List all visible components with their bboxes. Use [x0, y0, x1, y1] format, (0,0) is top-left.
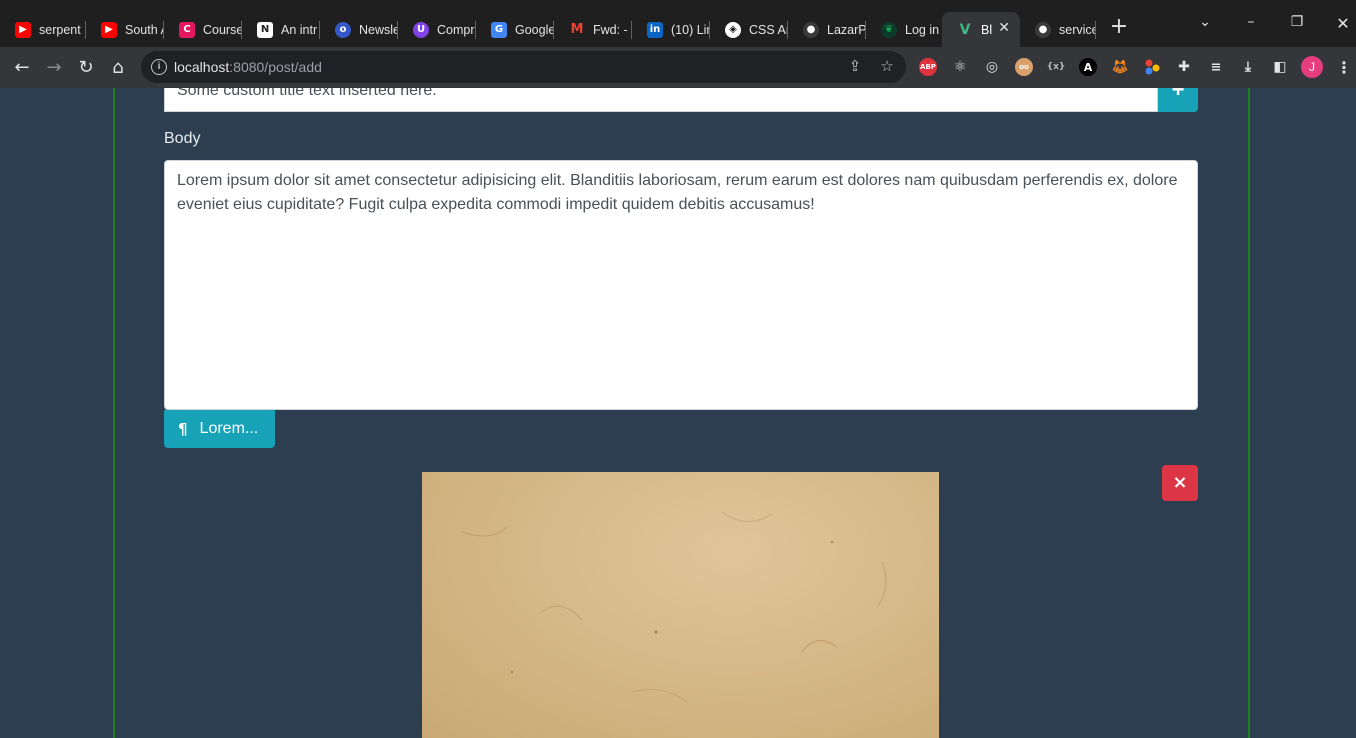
- mascot-extension-icon[interactable]: oo: [1015, 58, 1033, 76]
- tab-title: Compr: [437, 22, 475, 37]
- remove-image-button[interactable]: ×: [1162, 465, 1198, 501]
- react-devtools-icon[interactable]: ⚛: [951, 58, 969, 76]
- reload-icon[interactable]: ↻: [74, 55, 98, 79]
- tab-title: South A: [125, 22, 164, 37]
- image-preview: [422, 472, 939, 738]
- browser-tab[interactable]: M Fwd: -: [554, 12, 632, 47]
- browser-tab[interactable]: ▶ serpent: [0, 12, 86, 47]
- profile-avatar[interactable]: J: [1301, 56, 1323, 78]
- browser-tab[interactable]: ● LazarP: [788, 12, 866, 47]
- browser-tab[interactable]: ● service: [1020, 12, 1096, 47]
- tab-title: Bl: [981, 22, 993, 37]
- gmail-icon: M: [570, 22, 584, 37]
- restore-icon[interactable]: ❐: [1287, 14, 1307, 30]
- json-extension-icon[interactable]: {x}: [1047, 58, 1066, 76]
- more-menu-icon[interactable]: ⋮: [1335, 58, 1353, 77]
- tab-title: LazarP: [827, 22, 866, 37]
- url-host: localhost: [174, 59, 230, 75]
- tab-title: Google: [515, 22, 554, 37]
- browser-toolbar: ← → ↻ ⌂ i localhost:8080/post/add ⇪ ☆ AB…: [0, 47, 1356, 88]
- body-label: Body: [164, 130, 201, 147]
- tab-title: Newsle: [359, 22, 398, 37]
- browser-tab[interactable]: o Newsle: [320, 12, 398, 47]
- back-arrow-icon[interactable]: ←: [10, 55, 34, 79]
- github-icon: ●: [1035, 21, 1051, 38]
- tab-search-chevron-icon[interactable]: ⌄: [1195, 14, 1215, 30]
- page-viewport: Some custom title text inserted here. + …: [0, 88, 1356, 738]
- minimize-icon[interactable]: –: [1241, 14, 1261, 30]
- address-bar[interactable]: i localhost:8080/post/add ⇪ ☆: [141, 51, 906, 83]
- body-textarea[interactable]: [164, 160, 1198, 410]
- newsletter-icon: o: [335, 21, 351, 38]
- container-border-right: [1248, 88, 1250, 738]
- codepen-icon: ◈: [725, 21, 741, 38]
- insert-lorem-button[interactable]: ¶ Lorem...: [164, 410, 275, 448]
- tab-title: serpent: [39, 22, 81, 37]
- side-panel-icon[interactable]: ◧: [1271, 58, 1289, 76]
- url-text[interactable]: localhost:8080/post/add: [174, 59, 322, 75]
- title-input[interactable]: Some custom title text inserted here.: [164, 88, 1158, 112]
- tab-title: Fwd: -: [593, 22, 628, 37]
- url-path: :8080/post/add: [229, 59, 322, 75]
- coursera-icon: C: [179, 21, 195, 38]
- target-extension-icon[interactable]: ◎: [983, 58, 1001, 76]
- tab-title: Log in: [905, 22, 940, 37]
- tab-title: (10) Lin: [671, 22, 710, 37]
- document-icon: N: [257, 21, 273, 38]
- browser-tab[interactable]: ◈ CSS An: [710, 12, 788, 47]
- browser-tab-active[interactable]: V Bl ✕: [942, 12, 1020, 47]
- metamask-fox-icon[interactable]: 🦊︎: [1111, 58, 1129, 76]
- browser-tab[interactable]: U Compr: [398, 12, 476, 47]
- browser-tab[interactable]: N An intr: [242, 12, 320, 47]
- extensions-puzzle-icon[interactable]: ✚: [1175, 58, 1193, 76]
- google-translate-icon: G: [491, 21, 507, 38]
- bookmark-star-icon[interactable]: ☆: [877, 57, 897, 77]
- forward-arrow-icon[interactable]: →: [42, 55, 66, 79]
- paragraph-icon: ¶: [178, 420, 188, 438]
- close-window-icon[interactable]: ✕: [1333, 14, 1353, 33]
- browser-tab[interactable]: in (10) Lin: [632, 12, 710, 47]
- home-icon[interactable]: ⌂: [106, 55, 130, 79]
- add-title-button[interactable]: +: [1158, 88, 1198, 112]
- new-tab-plus-icon[interactable]: +: [1108, 16, 1130, 38]
- browser-tab[interactable]: C Course: [164, 12, 242, 47]
- browser-tab[interactable]: G Google: [476, 12, 554, 47]
- lorem-button-label: Lorem...: [199, 420, 259, 437]
- colorful-dots-extension-icon[interactable]: [1143, 58, 1161, 76]
- mongodb-leaf-icon: ❦: [881, 21, 897, 38]
- close-tab-icon[interactable]: ✕: [998, 20, 1010, 36]
- linkedin-icon: in: [647, 21, 663, 38]
- download-icon[interactable]: ⤓: [1239, 58, 1257, 76]
- youtube-icon: ▶: [101, 21, 117, 38]
- adblock-extension-icon[interactable]: ABP: [919, 58, 937, 76]
- media-queue-icon[interactable]: ≡: [1207, 58, 1225, 76]
- vue-icon: V: [959, 21, 971, 38]
- font-extension-icon[interactable]: A: [1079, 58, 1097, 76]
- share-icon[interactable]: ⇪: [845, 57, 865, 77]
- tab-title: service: [1059, 22, 1096, 37]
- github-icon: ●: [803, 21, 819, 38]
- container-border-left: [113, 88, 115, 738]
- browser-tab[interactable]: ❦ Log in: [866, 12, 942, 47]
- tab-title: CSS An: [749, 22, 788, 37]
- u-logo-icon: U: [413, 21, 429, 38]
- browser-tab-strip: ▶ serpent ▶ South A C Course N An intr o…: [0, 0, 1356, 47]
- site-info-icon[interactable]: i: [151, 59, 167, 75]
- youtube-icon: ▶: [15, 21, 31, 38]
- tab-title: Course: [203, 22, 242, 37]
- tab-title: An intr: [281, 22, 318, 37]
- browser-tab[interactable]: ▶ South A: [86, 12, 164, 47]
